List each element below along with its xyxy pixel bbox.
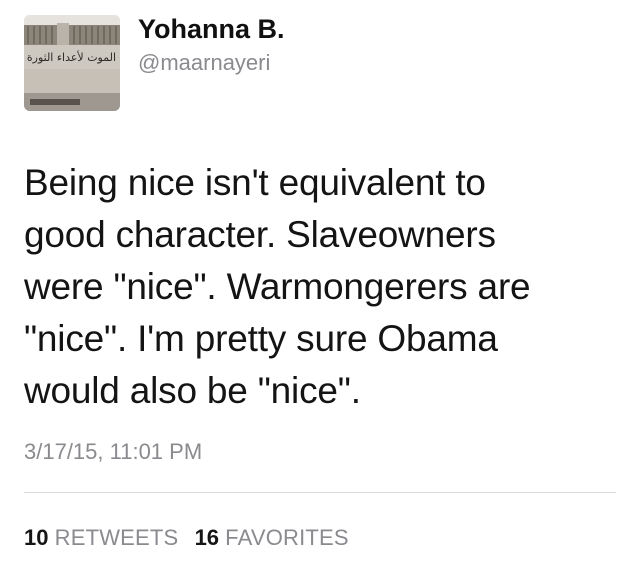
retweets-stat[interactable]: 10 RETWEETS bbox=[24, 525, 178, 551]
tweet-stats: 10 RETWEETS 16 FAVORITES bbox=[24, 525, 359, 551]
avatar[interactable]: الموت لأعداء الثورة bbox=[24, 15, 120, 111]
retweets-count: 10 bbox=[24, 525, 49, 550]
avatar-image: الموت لأعداء الثورة bbox=[24, 15, 120, 111]
display-name[interactable]: Yohanna B. bbox=[138, 14, 285, 45]
tweet-timestamp[interactable]: 3/17/15, 11:01 PM bbox=[24, 439, 202, 465]
divider bbox=[24, 492, 616, 493]
tweet-line: would also be "nice". bbox=[24, 370, 361, 411]
favorites-stat[interactable]: 16 FAVORITES bbox=[195, 525, 349, 551]
tweet-text: Being nice isn't equivalent to good char… bbox=[24, 157, 614, 417]
retweets-label: RETWEETS bbox=[54, 525, 179, 550]
favorites-count: 16 bbox=[194, 525, 220, 550]
tweet-line: good character. Slaveowners bbox=[24, 214, 496, 255]
tweet-line: "nice". I'm pretty sure Obama bbox=[24, 318, 498, 359]
graffiti-text: الموت لأعداء الثورة bbox=[27, 50, 116, 64]
favorites-label: FAVORITES bbox=[225, 525, 349, 550]
tweet-line: were "nice". Warmongerers are bbox=[24, 266, 531, 307]
tweet-line: Being nice isn't equivalent to bbox=[24, 162, 486, 203]
user-handle[interactable]: @maarnayeri bbox=[138, 50, 270, 76]
